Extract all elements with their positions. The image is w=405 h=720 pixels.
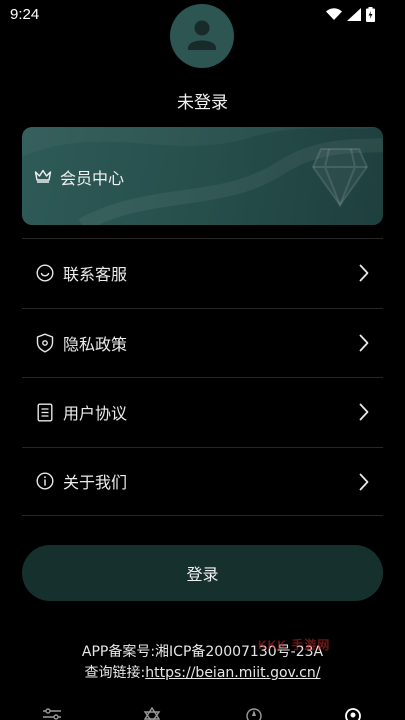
- icp-query-row: 查询链接:https://beian.miit.gov.cn/: [0, 663, 405, 684]
- status-time: 9:24: [10, 6, 40, 23]
- member-center-card[interactable]: 会员中心: [22, 127, 383, 225]
- chevron-right-icon: [359, 264, 369, 286]
- settings-menu: 联系客服 隐私政策 用户协议 关于我们: [22, 238, 383, 516]
- menu-item-label: 关于我们: [63, 473, 128, 493]
- member-center-label: 会员中心: [60, 169, 125, 188]
- document-icon: [35, 402, 55, 422]
- compass-icon[interactable]: [245, 706, 263, 720]
- icp-query-prefix: 查询链接:: [84, 665, 146, 681]
- crown-icon: [34, 168, 52, 187]
- shield-icon: [35, 333, 55, 353]
- menu-item-label: 隐私政策: [63, 334, 128, 354]
- icp-record: APP备案号:湘ICP备20007130号-23A: [81, 644, 324, 660]
- chevron-right-icon: [359, 473, 369, 495]
- sliders-icon[interactable]: [42, 706, 62, 720]
- menu-item-label: 用户协议: [63, 404, 128, 424]
- login-button[interactable]: 登录: [22, 545, 383, 601]
- login-state-label[interactable]: 未登录: [0, 88, 405, 113]
- user-avatar[interactable]: [170, 4, 234, 68]
- chevron-right-icon: [359, 334, 369, 356]
- star-of-david-icon[interactable]: [143, 706, 161, 720]
- chevron-right-icon: [359, 403, 369, 425]
- signal-icon: [347, 8, 361, 21]
- menu-item-privacy-policy[interactable]: 隐私政策: [22, 307, 383, 378]
- user-avatar-icon: [185, 17, 219, 55]
- status-icons: [326, 7, 375, 22]
- battery-icon: [366, 7, 375, 22]
- menu-item-about-us[interactable]: 关于我们: [22, 446, 383, 516]
- diamond-icon: [311, 145, 369, 211]
- menu-item-user-agreement[interactable]: 用户协议: [22, 377, 383, 447]
- watermark: KKK 手游网: [258, 638, 331, 652]
- menu-item-label: 联系客服: [63, 265, 128, 285]
- profile-icon[interactable]: [344, 706, 362, 720]
- member-center-row: 会员中心: [34, 165, 124, 189]
- icp-footer: APP备案号:湘ICP备20007130号-23A 查询链接:https://b…: [0, 642, 405, 684]
- info-icon: [35, 471, 55, 491]
- wifi-icon: [326, 8, 342, 21]
- smile-icon: [35, 263, 55, 283]
- menu-item-contact-support[interactable]: 联系客服: [22, 238, 383, 308]
- icp-query-link[interactable]: https://beian.miit.gov.cn/: [145, 665, 320, 681]
- bottom-nav: [0, 704, 405, 720]
